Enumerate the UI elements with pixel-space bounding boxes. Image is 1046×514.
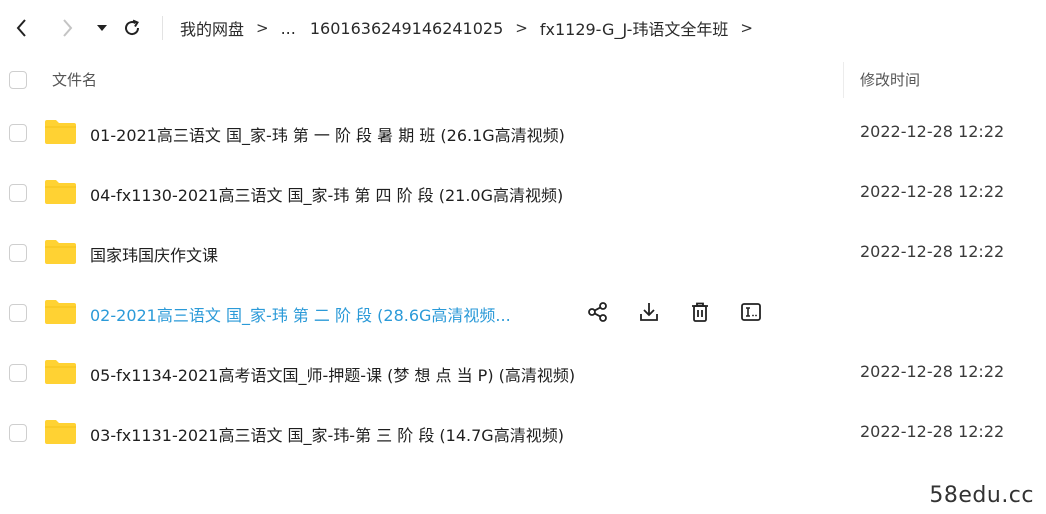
column-header-modified[interactable]: 修改时间 [860, 69, 920, 90]
toolbar-divider [162, 16, 163, 40]
folder-icon [45, 180, 76, 204]
row-checkbox[interactable] [9, 124, 27, 142]
file-row[interactable]: 国家玮国庆作文课 2022-12-28 12:22 [0, 223, 1046, 283]
modified-time: 2022-12-28 12:22 [860, 242, 1005, 261]
breadcrumb-item-folder-id[interactable]: 1601636249146241025 [310, 19, 503, 38]
breadcrumb: 我的网盘 > ... 1601636249146241025 > fx1129-… [180, 15, 765, 41]
column-divider[interactable] [843, 62, 844, 98]
back-button[interactable] [8, 14, 36, 42]
file-row-hovered[interactable]: 02-2021高三语文 国_家-玮 第 二 阶 段 (28.6G高清视频... [0, 283, 1046, 343]
breadcrumb-item-ellipsis[interactable]: ... [281, 19, 296, 38]
breadcrumb-separator: > [256, 19, 269, 37]
file-name[interactable]: 01-2021高三语文 国_家-玮 第 一 阶 段 暑 期 班 (26.1G高清… [90, 122, 565, 146]
row-checkbox[interactable] [9, 364, 27, 382]
modified-time: 2022-12-28 12:22 [860, 362, 1005, 381]
row-actions [584, 298, 788, 326]
folder-icon [45, 420, 76, 444]
toolbar: 我的网盘 > ... 1601636249146241025 > fx1129-… [0, 0, 1046, 56]
breadcrumb-separator: > [515, 19, 528, 37]
watermark-text: 58edu.cc [929, 483, 1034, 508]
file-name[interactable]: 05-fx1134-2021高考语文国_师-押题-课 (梦 想 点 当 P) (… [90, 362, 575, 386]
refresh-button[interactable] [118, 14, 146, 42]
delete-icon [692, 302, 708, 322]
chevron-right-icon [63, 19, 73, 37]
file-name[interactable]: 04-fx1130-2021高三语文 国_家-玮 第 四 阶 段 (21.0G高… [90, 182, 563, 206]
modified-time: 2022-12-28 12:22 [860, 182, 1005, 201]
file-list-header: 文件名 修改时间 [0, 62, 1046, 98]
share-icon [588, 302, 607, 322]
breadcrumb-separator: > [740, 19, 753, 37]
folder-icon [45, 300, 76, 324]
column-header-name[interactable]: 文件名 [52, 69, 97, 90]
file-row[interactable]: 04-fx1130-2021高三语文 国_家-玮 第 四 阶 段 (21.0G高… [0, 163, 1046, 223]
forward-button[interactable] [53, 14, 81, 42]
modified-time: 2022-12-28 12:22 [860, 422, 1005, 441]
folder-icon [45, 120, 76, 144]
folder-icon [45, 360, 76, 384]
modified-time: 2022-12-28 12:22 [860, 122, 1005, 141]
breadcrumb-item-root[interactable]: 我的网盘 [180, 16, 244, 40]
folder-icon [45, 240, 76, 264]
share-button[interactable] [584, 298, 612, 326]
file-name[interactable]: 02-2021高三语文 国_家-玮 第 二 阶 段 (28.6G高清视频... [90, 302, 511, 326]
row-checkbox[interactable] [9, 244, 27, 262]
rename-button[interactable] [737, 298, 765, 326]
file-name[interactable]: 03-fx1131-2021高三语文 国_家-玮-第 三 阶 段 (14.7G高… [90, 422, 564, 446]
row-checkbox[interactable] [9, 184, 27, 202]
file-name[interactable]: 国家玮国庆作文课 [90, 242, 218, 266]
file-row[interactable]: 01-2021高三语文 国_家-玮 第 一 阶 段 暑 期 班 (26.1G高清… [0, 103, 1046, 163]
file-row[interactable]: 05-fx1134-2021高考语文国_师-押题-课 (梦 想 点 当 P) (… [0, 343, 1046, 403]
file-row[interactable]: 03-fx1131-2021高三语文 国_家-玮-第 三 阶 段 (14.7G高… [0, 403, 1046, 463]
refresh-icon [125, 19, 140, 36]
chevron-left-icon [16, 19, 26, 37]
select-all-checkbox[interactable] [9, 71, 27, 89]
row-checkbox[interactable] [9, 424, 27, 442]
caret-down-icon [97, 25, 107, 31]
rename-icon [741, 303, 761, 321]
download-button[interactable] [635, 298, 663, 326]
download-icon [640, 303, 658, 321]
history-dropdown[interactable] [88, 14, 116, 42]
breadcrumb-item-current[interactable]: fx1129-G_J-玮语文全年班 [540, 16, 729, 40]
delete-button[interactable] [686, 298, 714, 326]
row-checkbox[interactable] [9, 304, 27, 322]
